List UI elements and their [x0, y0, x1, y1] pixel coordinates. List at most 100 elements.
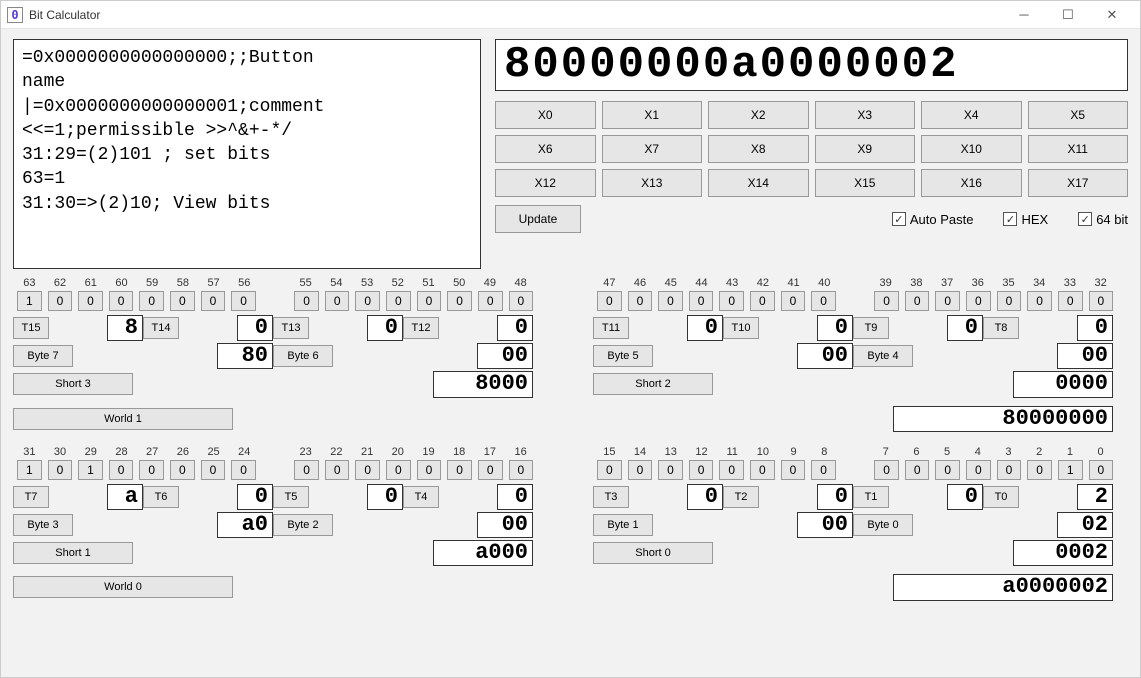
bit-button[interactable]: 0: [48, 460, 73, 480]
world-value[interactable]: 80000000: [893, 406, 1113, 432]
byte-button[interactable]: Byte 1: [593, 514, 653, 536]
bit-button[interactable]: 0: [1058, 291, 1083, 311]
x-button-3[interactable]: X3: [815, 101, 916, 129]
bit-button[interactable]: 0: [781, 460, 806, 480]
bit-button[interactable]: 1: [17, 460, 42, 480]
bit-button[interactable]: 0: [628, 291, 653, 311]
nibble-button[interactable]: T8: [983, 317, 1019, 339]
script-input[interactable]: =0x0000000000000000;;Button name |=0x000…: [13, 39, 481, 269]
bit-button[interactable]: 0: [905, 291, 930, 311]
nibble-button[interactable]: T9: [853, 317, 889, 339]
short-value[interactable]: a000: [433, 540, 533, 566]
main-display[interactable]: 80000000a0000002: [495, 39, 1128, 91]
x-button-11[interactable]: X11: [1028, 135, 1129, 163]
byte-button[interactable]: Byte 3: [13, 514, 73, 536]
x-button-17[interactable]: X17: [1028, 169, 1129, 197]
x-button-5[interactable]: X5: [1028, 101, 1129, 129]
x-button-2[interactable]: X2: [708, 101, 809, 129]
bit-button[interactable]: 0: [1027, 291, 1052, 311]
x-button-12[interactable]: X12: [495, 169, 596, 197]
bit-button[interactable]: 0: [109, 291, 134, 311]
nibble-button[interactable]: T15: [13, 317, 49, 339]
world-value[interactable]: a0000002: [893, 574, 1113, 600]
x-button-15[interactable]: X15: [815, 169, 916, 197]
byte-value[interactable]: 00: [1057, 343, 1113, 369]
bit-button[interactable]: 0: [231, 460, 256, 480]
bit-button[interactable]: 0: [447, 291, 472, 311]
nibble-value[interactable]: a: [107, 484, 143, 510]
bit-button[interactable]: 0: [478, 460, 503, 480]
byte-value[interactable]: a0: [217, 512, 273, 538]
x-button-8[interactable]: X8: [708, 135, 809, 163]
bit-button[interactable]: 0: [905, 460, 930, 480]
x-button-4[interactable]: X4: [921, 101, 1022, 129]
nibble-value[interactable]: 0: [817, 315, 853, 341]
x-button-14[interactable]: X14: [708, 169, 809, 197]
byte-button[interactable]: Byte 5: [593, 345, 653, 367]
nibble-value[interactable]: 0: [237, 315, 273, 341]
nibble-value[interactable]: 0: [687, 315, 723, 341]
bit-button[interactable]: 0: [78, 291, 103, 311]
nibble-value[interactable]: 0: [817, 484, 853, 510]
bit-button[interactable]: 0: [597, 291, 622, 311]
bit-button[interactable]: 0: [689, 291, 714, 311]
nibble-button[interactable]: T6: [143, 486, 179, 508]
bit-button[interactable]: 0: [139, 291, 164, 311]
short-button[interactable]: Short 1: [13, 542, 133, 564]
nibble-button[interactable]: T0: [983, 486, 1019, 508]
minimize-button[interactable]: ─: [1002, 1, 1046, 29]
short-value[interactable]: 8000: [433, 371, 533, 397]
byte-button[interactable]: Byte 0: [853, 514, 913, 536]
bit-button[interactable]: 0: [597, 460, 622, 480]
bit-button[interactable]: 0: [658, 291, 683, 311]
nibble-value[interactable]: 0: [947, 484, 983, 510]
nibble-value[interactable]: 0: [687, 484, 723, 510]
nibble-value[interactable]: 0: [497, 315, 533, 341]
short-button[interactable]: Short 0: [593, 542, 713, 564]
short-button[interactable]: Short 3: [13, 373, 133, 395]
nibble-value[interactable]: 0: [237, 484, 273, 510]
update-button[interactable]: Update: [495, 205, 581, 233]
bit-button[interactable]: 0: [417, 460, 442, 480]
nibble-button[interactable]: T3: [593, 486, 629, 508]
byte-button[interactable]: Byte 7: [13, 345, 73, 367]
bit-button[interactable]: 1: [17, 291, 42, 311]
byte-value[interactable]: 00: [797, 512, 853, 538]
x-button-6[interactable]: X6: [495, 135, 596, 163]
byte-value[interactable]: 00: [477, 512, 533, 538]
nibble-value[interactable]: 8: [107, 315, 143, 341]
byte-value[interactable]: 00: [477, 343, 533, 369]
world-button[interactable]: World 1: [13, 408, 233, 430]
bit-button[interactable]: 0: [447, 460, 472, 480]
nibble-value[interactable]: 0: [1077, 315, 1113, 341]
bit-button[interactable]: 0: [811, 291, 836, 311]
x-button-10[interactable]: X10: [921, 135, 1022, 163]
bit-button[interactable]: 0: [201, 291, 226, 311]
bit-button[interactable]: 0: [201, 460, 226, 480]
byte-button[interactable]: Byte 4: [853, 345, 913, 367]
bit-button[interactable]: 0: [966, 460, 991, 480]
bit-button[interactable]: 0: [48, 291, 73, 311]
bit-button[interactable]: 0: [874, 460, 899, 480]
short-button[interactable]: Short 2: [593, 373, 713, 395]
short-value[interactable]: 0002: [1013, 540, 1113, 566]
bit-button[interactable]: 0: [689, 460, 714, 480]
byte-value[interactable]: 02: [1057, 512, 1113, 538]
bit-button[interactable]: 0: [935, 460, 960, 480]
world-button[interactable]: World 0: [13, 576, 233, 598]
bit-button[interactable]: 0: [509, 291, 534, 311]
bit-button[interactable]: 0: [811, 460, 836, 480]
nibble-button[interactable]: T5: [273, 486, 309, 508]
bit-button[interactable]: 0: [139, 460, 164, 480]
auto-paste-checkbox[interactable]: ✓Auto Paste: [892, 212, 974, 227]
bit-button[interactable]: 0: [1089, 460, 1114, 480]
nibble-value[interactable]: 0: [367, 315, 403, 341]
bit-button[interactable]: 0: [294, 291, 319, 311]
bit-button[interactable]: 0: [417, 291, 442, 311]
bit-button[interactable]: 0: [1027, 460, 1052, 480]
nibble-value[interactable]: 0: [947, 315, 983, 341]
bit-button[interactable]: 0: [658, 460, 683, 480]
close-button[interactable]: ✕: [1090, 1, 1134, 29]
bit-button[interactable]: 0: [109, 460, 134, 480]
x-button-7[interactable]: X7: [602, 135, 703, 163]
